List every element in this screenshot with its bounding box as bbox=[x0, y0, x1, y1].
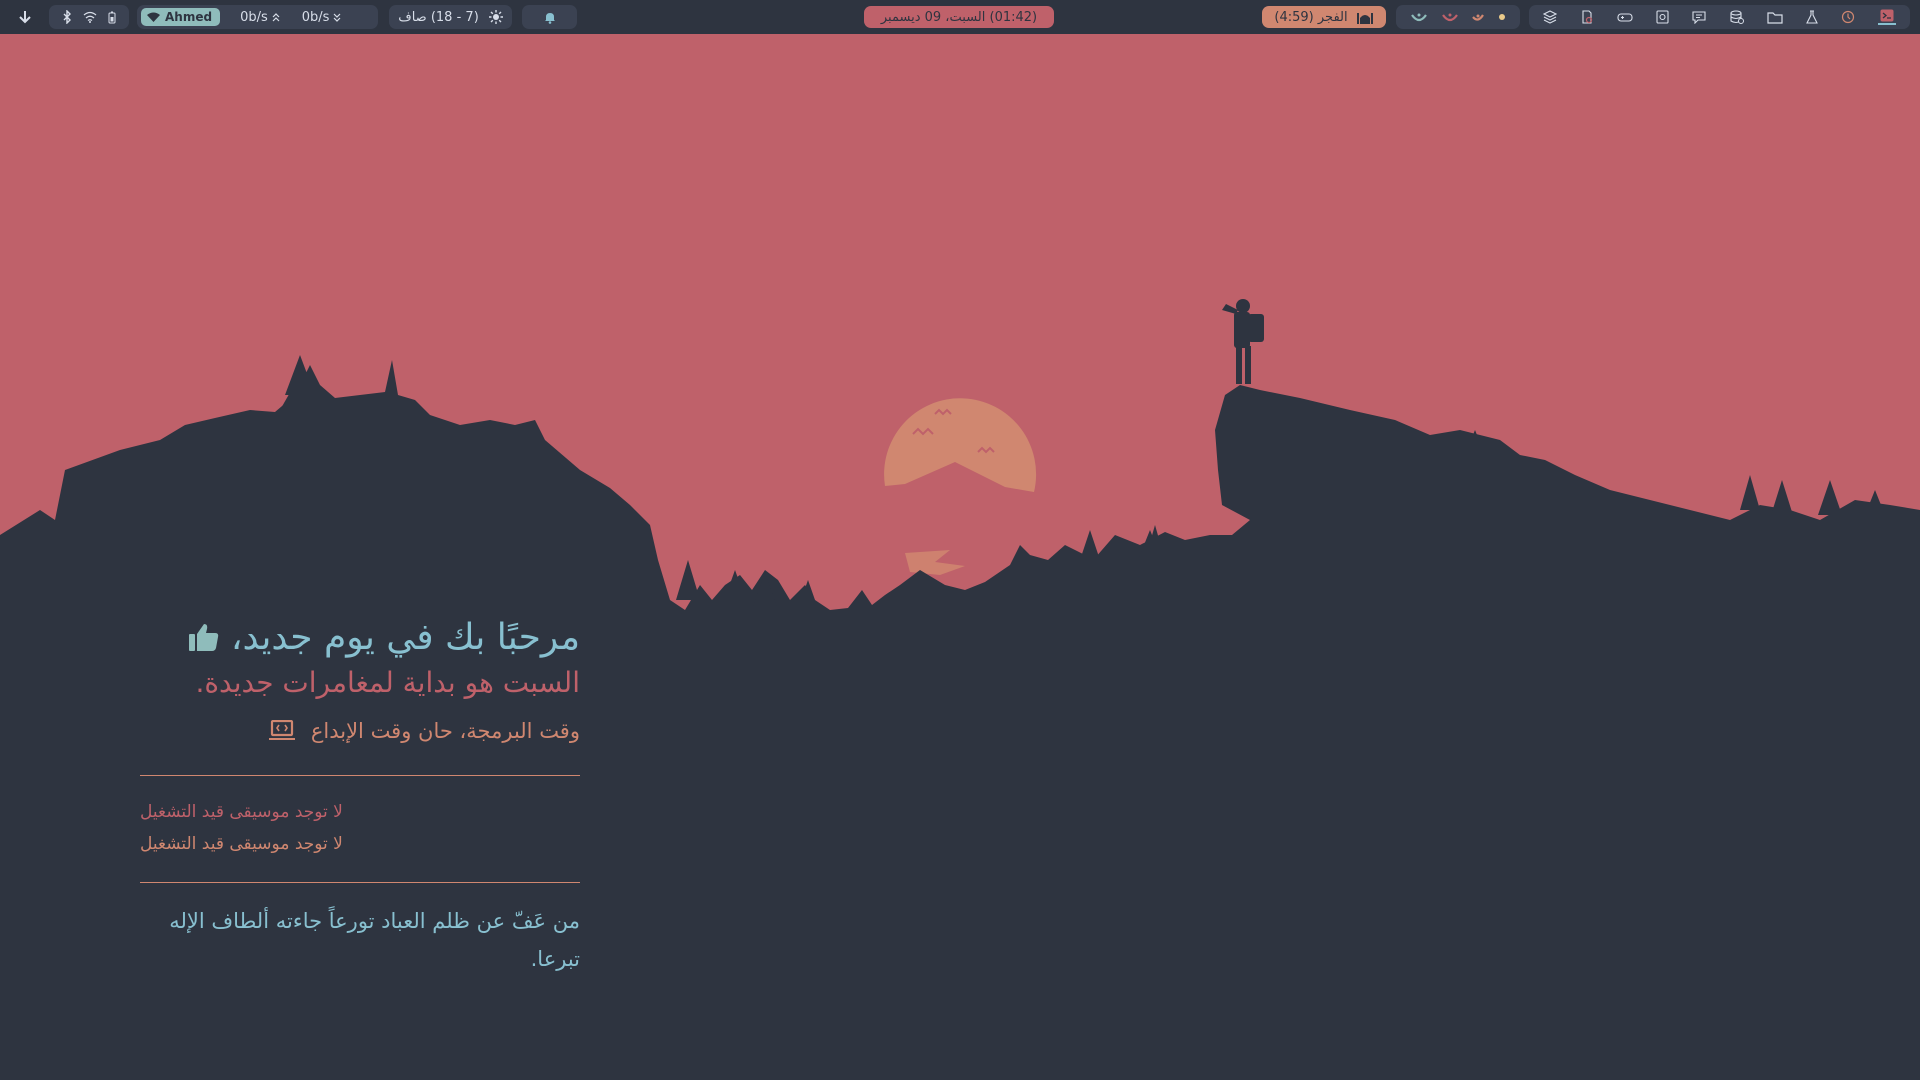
music-line-2: لا توجد موسيقى قيد التشغيل bbox=[140, 834, 343, 854]
dot-icon[interactable] bbox=[1498, 13, 1506, 21]
settings-icon[interactable] bbox=[1841, 10, 1855, 24]
arrow-down-icon bbox=[17, 9, 33, 25]
active-indicator bbox=[1877, 23, 1896, 25]
sun-icon bbox=[488, 10, 503, 24]
terminal-icon[interactable] bbox=[1877, 9, 1896, 25]
quote-line-2: تبرعا. bbox=[530, 947, 580, 971]
weather-text: (7 - 18) صاف bbox=[398, 9, 479, 25]
quote-line-1: من عَفّ عن ظلم العباد تورعاً جاءته ألطاف… bbox=[169, 909, 580, 933]
music-widget: لا توجد موسيقى قيد التشغيل لا توجد موسيق… bbox=[140, 798, 580, 862]
screenshot-icon[interactable] bbox=[1656, 10, 1669, 24]
chevron-down-icon bbox=[333, 13, 341, 22]
thumbs-up-icon bbox=[187, 621, 221, 653]
quote-widget: من عَفّ عن ظلم العباد تورعاً جاءته ألطاف… bbox=[140, 902, 580, 978]
greeting-line: مرحبًا بك في يوم جديد، bbox=[140, 610, 580, 664]
flask-icon[interactable] bbox=[1805, 10, 1818, 24]
app-launcher bbox=[1529, 5, 1910, 29]
faces-widget bbox=[1396, 5, 1520, 29]
download-speed: 0b/s bbox=[301, 9, 330, 25]
prayer-time-widget[interactable]: الفجر (4:59) bbox=[1262, 6, 1386, 28]
greeting-text: مرحبًا بك في يوم جديد، bbox=[230, 616, 580, 658]
welcome-widget: مرحبًا بك في يوم جديد، السبت هو بداية لم… bbox=[140, 610, 580, 748]
clock-text: (01:42) السبت، 09 ديسمبر bbox=[880, 9, 1038, 25]
network-widget[interactable]: Ahmed 0b/s 0b/s bbox=[137, 5, 378, 29]
face-icon[interactable] bbox=[1441, 11, 1459, 23]
divider-top bbox=[140, 775, 580, 776]
subtitle-text: السبت هو بداية لمغامرات جديدة. bbox=[195, 666, 580, 699]
bell-icon bbox=[544, 11, 556, 24]
wifi-name: Ahmed bbox=[165, 10, 213, 24]
laptop-code-icon bbox=[268, 720, 295, 742]
notifications-button[interactable] bbox=[522, 5, 577, 29]
gnome-builder-icon[interactable] bbox=[1580, 10, 1594, 24]
tagline-line: وقت البرمجة، حان وقت الإبداع bbox=[140, 714, 580, 748]
folder-icon[interactable] bbox=[1767, 11, 1783, 24]
bluetooth-icon[interactable] bbox=[62, 10, 72, 24]
gamepad-icon[interactable] bbox=[1617, 11, 1633, 23]
database-icon[interactable] bbox=[1729, 10, 1744, 24]
music-line-1: لا توجد موسيقى قيد التشغيل bbox=[140, 802, 343, 822]
upload-speed: 0b/s bbox=[240, 9, 268, 25]
wifi-icon[interactable] bbox=[83, 11, 97, 23]
layers-icon[interactable] bbox=[1543, 10, 1557, 24]
battery-icon[interactable] bbox=[108, 11, 116, 24]
chevron-up-icon bbox=[272, 12, 280, 22]
face-icon[interactable] bbox=[1410, 11, 1428, 23]
top-bar: Ahmed 0b/s 0b/s (7 - 18) صاف (01:42) الس… bbox=[0, 0, 1920, 34]
face-icon[interactable] bbox=[1471, 11, 1485, 23]
weather-widget[interactable]: (7 - 18) صاف bbox=[389, 5, 512, 29]
wifi-name-badge[interactable]: Ahmed bbox=[141, 8, 221, 26]
mosque-icon bbox=[1356, 10, 1374, 24]
prayer-text: الفجر (4:59) bbox=[1274, 9, 1348, 25]
tagline-text: وقت البرمجة، حان وقت الإبداع bbox=[310, 719, 580, 743]
download-button[interactable] bbox=[8, 5, 42, 29]
chat-icon[interactable] bbox=[1692, 10, 1706, 24]
divider-bottom bbox=[140, 882, 580, 883]
wifi-icon bbox=[147, 12, 160, 22]
clock-widget[interactable]: (01:42) السبت، 09 ديسمبر bbox=[864, 6, 1054, 28]
system-tray bbox=[49, 5, 129, 29]
